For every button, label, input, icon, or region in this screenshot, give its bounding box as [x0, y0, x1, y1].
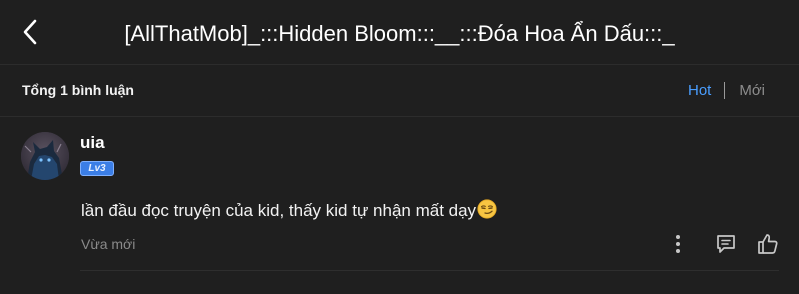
- more-options-button[interactable]: [665, 231, 691, 257]
- sort-new-tab[interactable]: Mới: [739, 82, 765, 99]
- comment-actions: [665, 231, 781, 257]
- more-vertical-icon: [676, 235, 680, 253]
- avatar[interactable]: [21, 132, 69, 180]
- sort-hot-tab[interactable]: Hot: [688, 82, 711, 99]
- username[interactable]: uia: [80, 133, 105, 153]
- comments-screen: [AllThatMob]_:::Hidden Bloom:::__:::Đóa …: [0, 0, 799, 294]
- sort-tabs: Hot Mới: [688, 65, 765, 116]
- chevron-left-icon: [23, 19, 37, 45]
- avatar-image: [21, 132, 69, 180]
- page-title: [AllThatMob]_:::Hidden Bloom:::__:::Đóa …: [124, 21, 675, 46]
- comment-item: uia Lv3 lần đầu đọc truyện của kid, thấy…: [0, 117, 799, 294]
- comment-text: lần đầu đọc truyện của kid, thấy kid tự …: [81, 199, 497, 224]
- comment-timestamp: Vừa mới: [81, 236, 136, 252]
- comment-body: lần đầu đọc truyện của kid, thấy kid tự …: [81, 201, 477, 220]
- comment-divider: [80, 270, 779, 271]
- reply-comment-icon: [717, 235, 735, 253]
- thumbs-up-icon: [758, 234, 778, 254]
- comment-count: Tổng 1 bình luận: [22, 82, 134, 98]
- reply-button[interactable]: [713, 231, 739, 257]
- header: [AllThatMob]_:::Hidden Bloom:::__:::Đóa …: [0, 0, 799, 65]
- comment-summary-bar: Tổng 1 bình luận Hot Mới: [0, 65, 799, 117]
- back-button[interactable]: [14, 14, 46, 50]
- sort-divider: [724, 82, 726, 99]
- smirking-face-icon: [477, 199, 497, 224]
- like-button[interactable]: [755, 231, 781, 257]
- level-badge: Lv3: [80, 161, 114, 176]
